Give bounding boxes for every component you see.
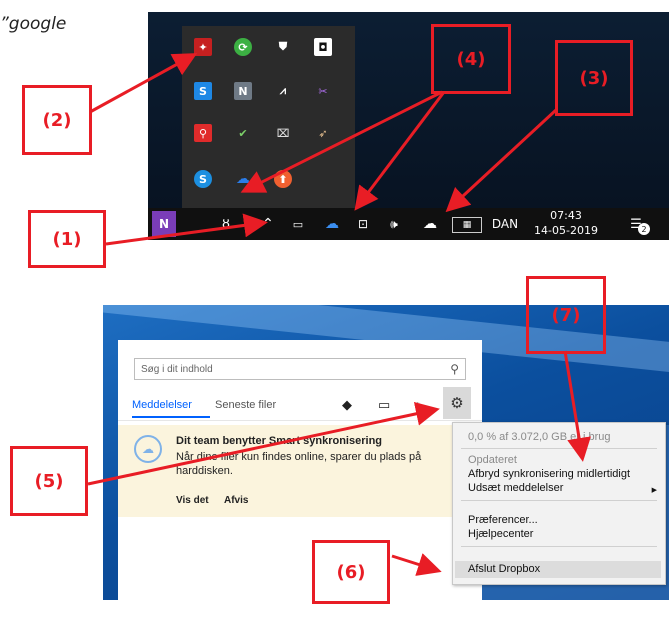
arrow-3 xyxy=(445,108,558,213)
annotation-arrows xyxy=(87,53,591,576)
arrow-7 xyxy=(563,350,591,462)
arrow-4b xyxy=(354,91,446,211)
arrow-5 xyxy=(87,402,440,486)
arrow-4a xyxy=(240,90,443,193)
arrow-2 xyxy=(89,53,198,114)
arrow-1 xyxy=(105,213,268,246)
arrow-6 xyxy=(391,553,442,576)
